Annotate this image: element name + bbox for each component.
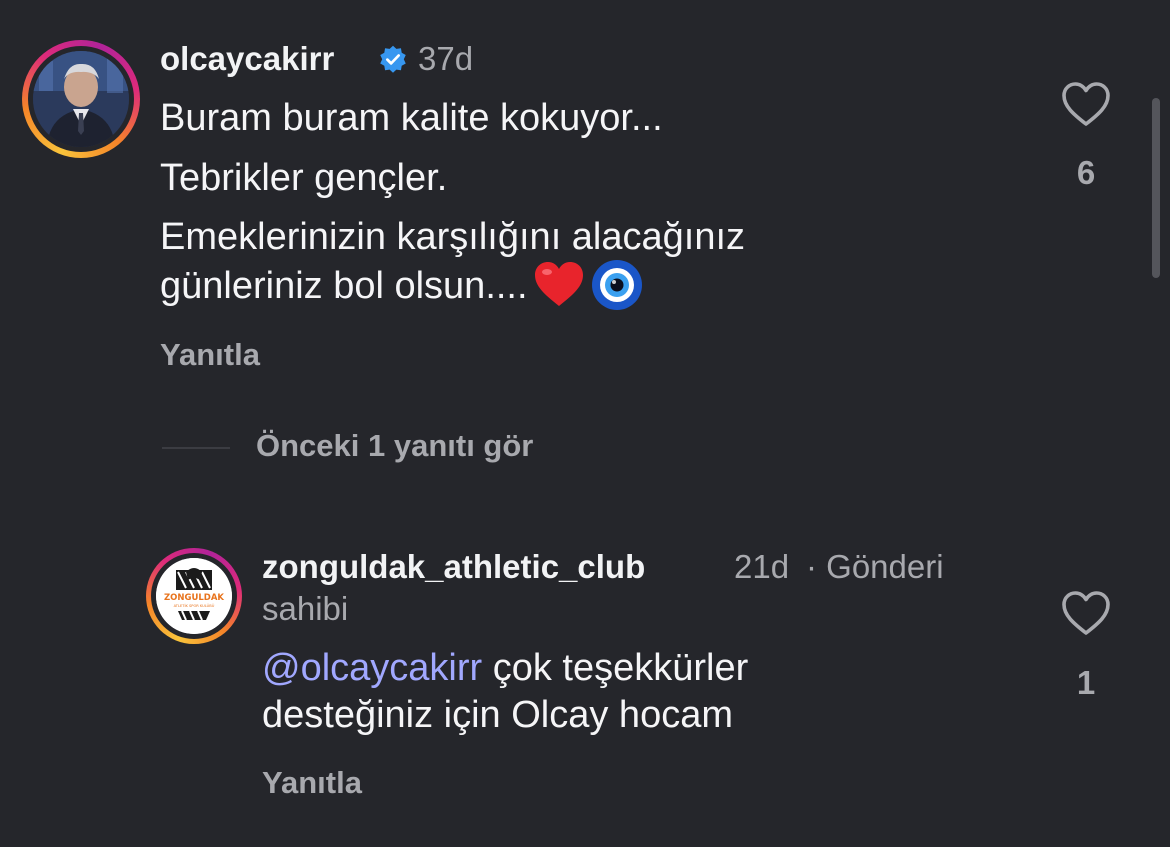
username[interactable]: olcaycakirr: [160, 40, 334, 78]
comments-sheet: olcaycakirr 37d Buram buram kalite kokuy…: [0, 0, 1170, 847]
like-count: 6: [1076, 154, 1096, 191]
comment-text-line: günleriniz bol olsun....: [160, 259, 644, 311]
heart-outline-icon[interactable]: [1060, 589, 1112, 637]
post-author-label: sahibi: [262, 590, 349, 627]
comment-text-line: Buram buram kalite kokuyor...: [160, 97, 663, 139]
reply-button[interactable]: Yanıtla: [160, 337, 260, 373]
comment-text-line: desteğiniz için Olcay hocam: [262, 694, 733, 736]
view-previous-replies-button[interactable]: Önceki 1 yanıtı gör: [256, 428, 533, 464]
username[interactable]: zonguldak_athletic_club: [262, 548, 645, 586]
avatar-photo: [33, 51, 129, 147]
club-logo-icon: ZONGULDAK ATLETİK SPOR KULÜBÜ: [156, 558, 232, 634]
timestamp: 37d: [418, 40, 474, 77]
svg-text:ZONGULDAK: ZONGULDAK: [164, 593, 224, 603]
comment-text-line: Emeklerinizin karşılığını alacağınız: [160, 216, 746, 258]
scrollbar[interactable]: [1152, 98, 1160, 278]
mention-link[interactable]: @olcaycakirr: [262, 647, 482, 689]
replies-divider: [162, 447, 230, 449]
svg-text:ATLETİK SPOR KULÜBÜ: ATLETİK SPOR KULÜBÜ: [174, 603, 215, 608]
timestamp: 21d: [734, 548, 790, 585]
comment-text-line: Tebrikler gençler.: [160, 157, 448, 199]
avatar[interactable]: ZONGULDAK ATLETİK SPOR KULÜBÜ: [156, 558, 232, 634]
heart-emoji-icon: [534, 261, 583, 306]
verified-badge-icon: [380, 45, 406, 73]
evil-eye-emoji-icon: [591, 259, 642, 310]
heart-outline-icon[interactable]: [1060, 80, 1112, 128]
post-author-label: · Gönderi: [806, 548, 944, 585]
like-count: 1: [1076, 664, 1096, 701]
comment-text-line: @olcaycakirr çok teşekkürler: [262, 647, 749, 689]
avatar[interactable]: [33, 51, 129, 147]
reply-button[interactable]: Yanıtla: [262, 765, 362, 801]
